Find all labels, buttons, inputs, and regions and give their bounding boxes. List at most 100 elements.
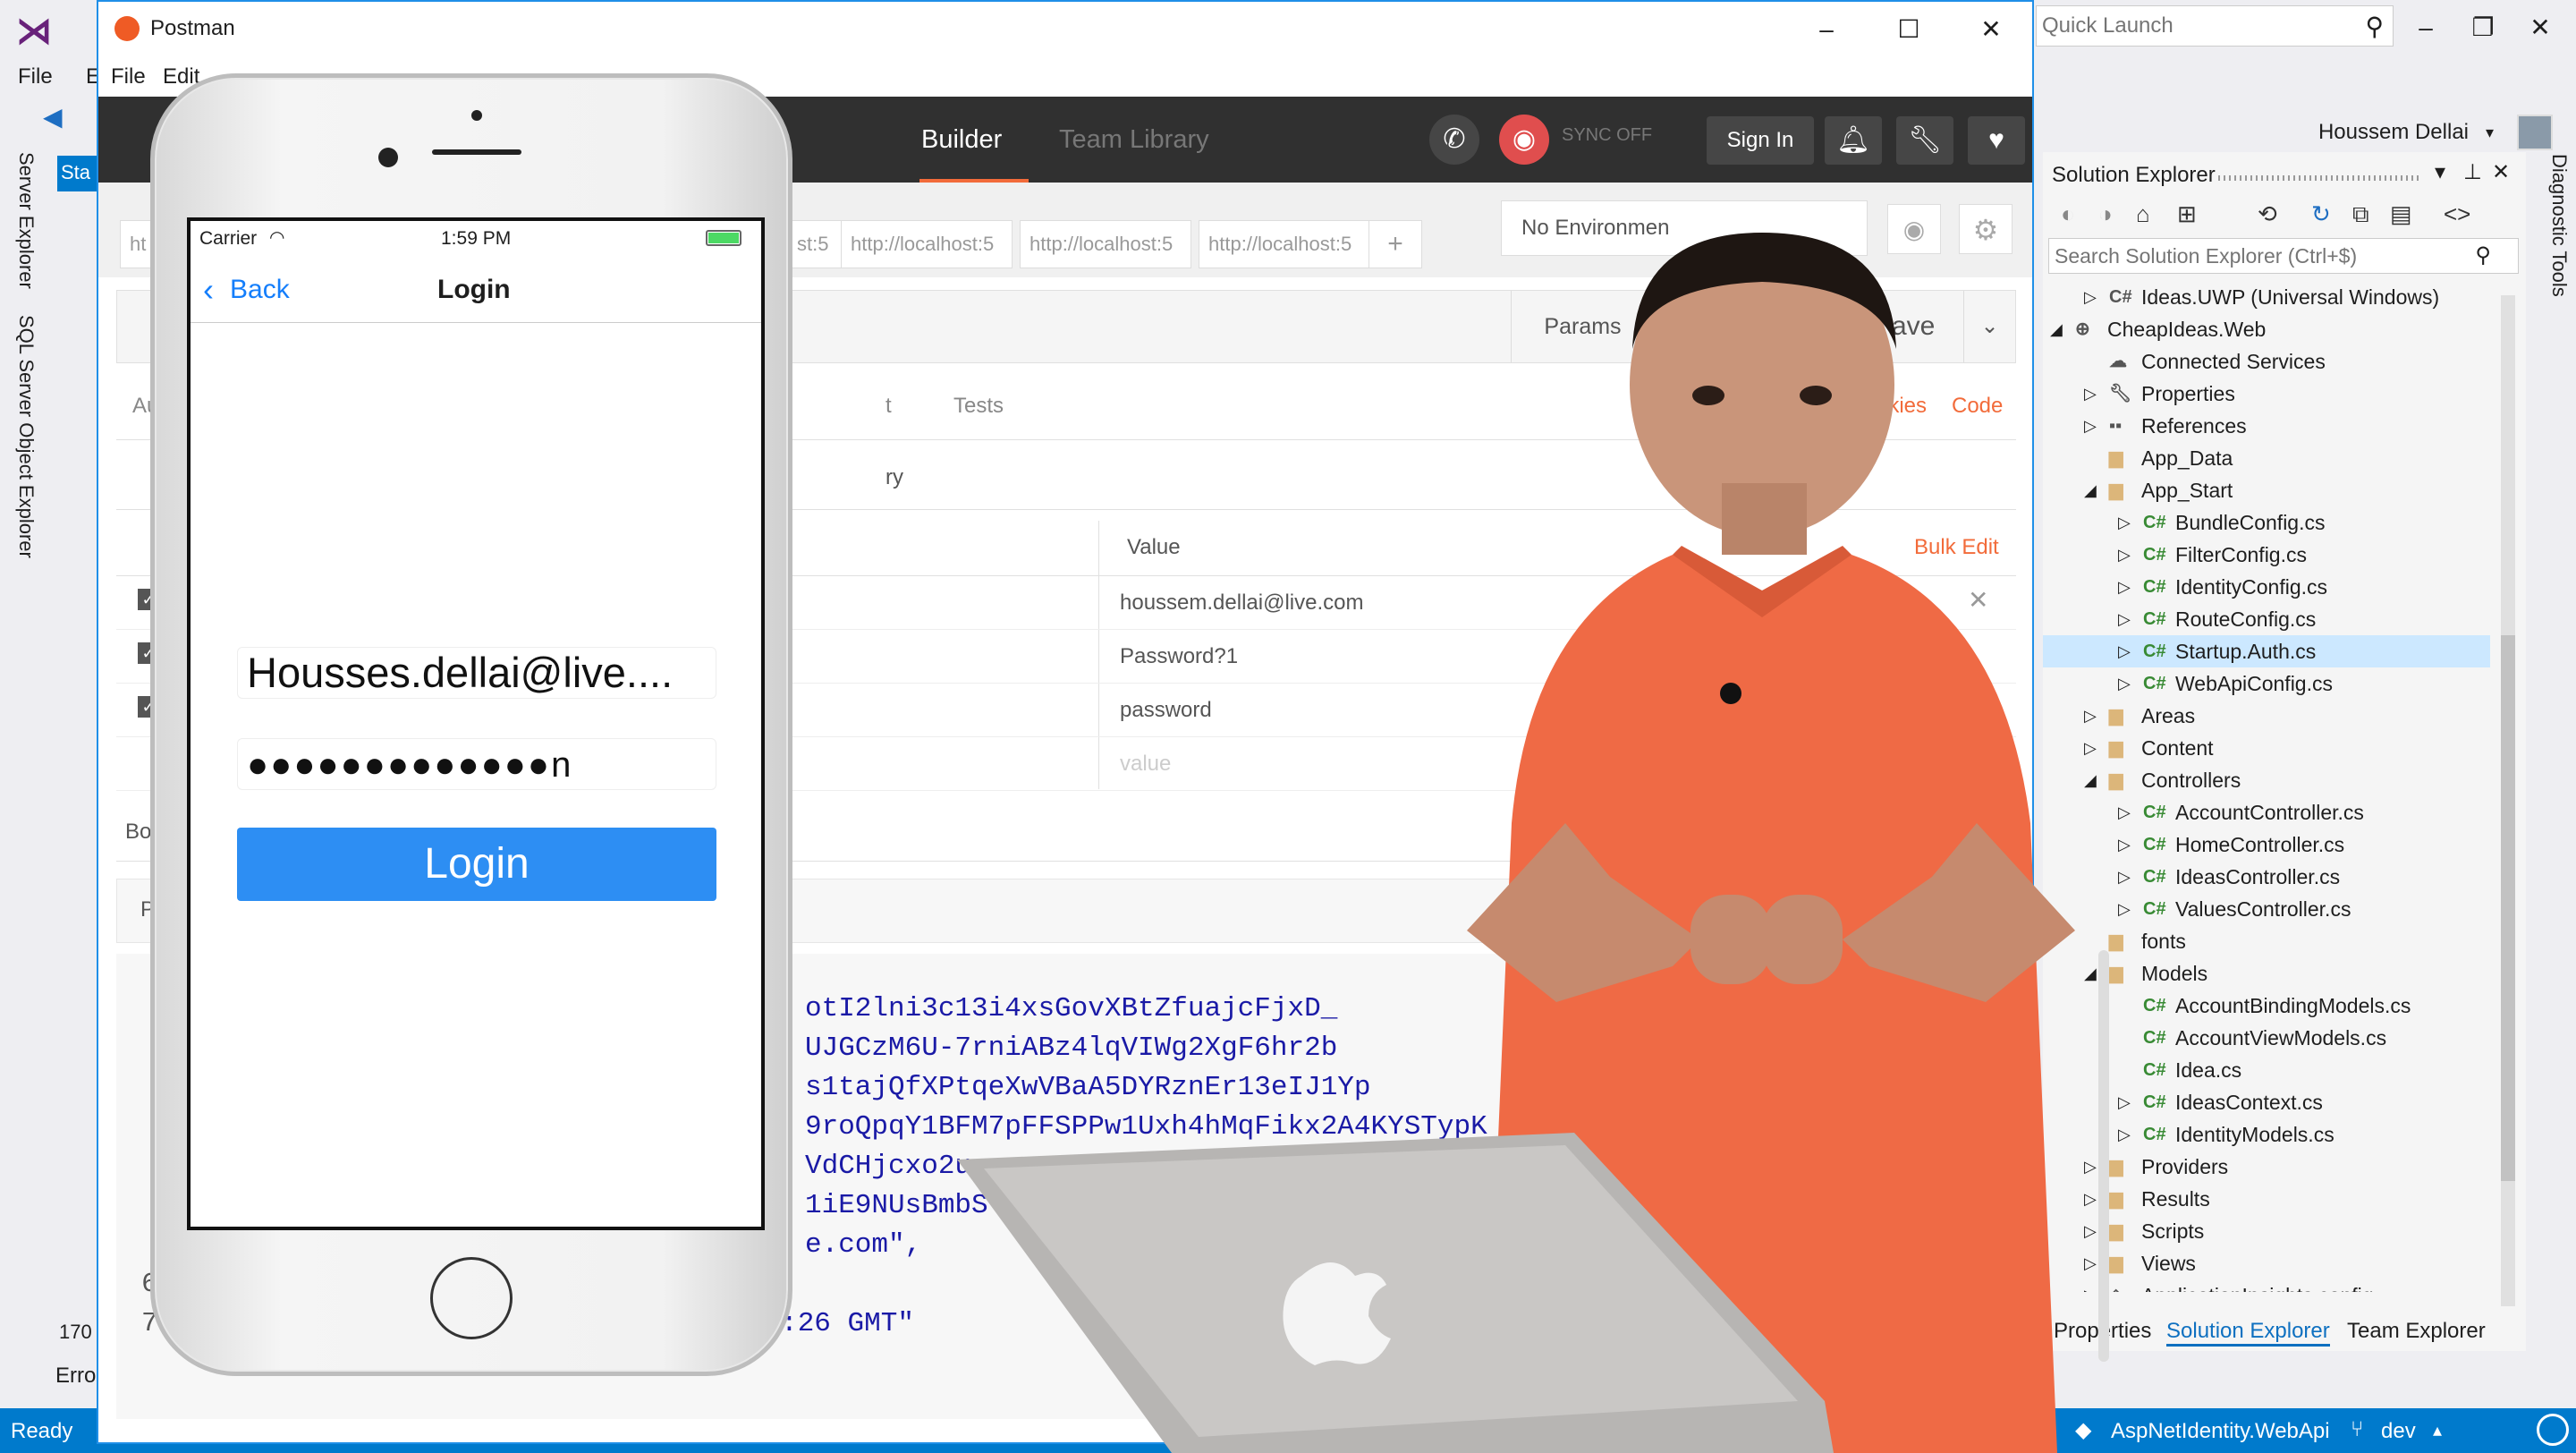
tab-pre-request-script[interactable]: t [886, 394, 892, 419]
tree-item-label: AccountViewModels.cs [2175, 1026, 2387, 1049]
tree-item-label: Startup.Auth.cs [2175, 640, 2317, 663]
tab-tests[interactable]: Tests [953, 394, 1004, 419]
kv-value[interactable]: Password?1 [1120, 644, 1238, 669]
close-icon[interactable]: ✕ [2492, 159, 2510, 185]
code-line: e.com", [805, 1229, 922, 1261]
dropdown-icon[interactable]: ▾ [2435, 159, 2445, 185]
request-tab[interactable]: http://localhost:5 [841, 220, 1013, 268]
refresh-icon[interactable]: ↻ [2311, 200, 2331, 228]
request-tab[interactable]: http://localhost:5 [1199, 220, 1370, 268]
login-button[interactable]: Login [237, 828, 716, 901]
server-explorer-tab[interactable]: Server Explorer [14, 152, 38, 289]
postman-menu-file[interactable]: File [111, 64, 146, 89]
request-tab[interactable]: http://localhost:5 [1020, 220, 1191, 268]
postman-logo-icon [114, 16, 140, 41]
sync-icon[interactable]: ◉ [1499, 115, 1549, 165]
camera-icon [378, 148, 398, 167]
body-type-raw-label[interactable]: ry [886, 465, 903, 490]
code-line: otI2lni3c13i4xsGovXBtZfuajcFjxD_ [805, 993, 1338, 1024]
status-branch[interactable]: dev [2381, 1419, 2416, 1444]
presenter-fist-right [1762, 895, 1843, 984]
code-view-icon[interactable]: <> [2444, 200, 2470, 228]
chevron-left-icon[interactable]: ‹ [203, 271, 214, 309]
satellite-icon[interactable]: ✆ [1429, 115, 1479, 165]
search-icon[interactable]: ⚲ [2365, 12, 2384, 41]
tab-team-library[interactable]: Team Library [1059, 125, 1209, 155]
visual-studio-logo-icon: ⋊ [16, 12, 52, 51]
tree-item-label: AccountController.cs [2175, 801, 2364, 824]
tree-item-label: FilterConfig.cs [2175, 543, 2307, 566]
status-ready: Ready [11, 1419, 73, 1443]
switch-views-icon[interactable]: ⊞ [2177, 200, 2197, 228]
value-column-header: Value [1127, 535, 1181, 559]
tree-item-label: BundleConfig.cs [2175, 511, 2326, 534]
line-count: 170 [59, 1321, 92, 1343]
tree-item-label: Ideas.UWP (Universal Windows) [2141, 285, 2440, 309]
chevron-up-icon[interactable]: ▴ [2433, 1419, 2442, 1441]
maximize-icon[interactable]: ☐ [1884, 7, 1934, 52]
code-line: s1tajQfXPtqeXwVBaA5DYRznEr13eIJ1Yp [805, 1072, 1371, 1103]
collapse-all-icon[interactable]: ⧉ [2352, 200, 2369, 229]
tree-item-label: IdentityModels.cs [2175, 1123, 2334, 1146]
response-body-tab[interactable]: Bo [125, 820, 151, 845]
code-line: UJGCzM6U-7rniABz4lqVIWg2XgF6hr2b [805, 1032, 1338, 1064]
tree-item-label: ValuesController.cs [2175, 897, 2351, 921]
back-arrow-icon[interactable]: ◀ [43, 102, 63, 132]
notification-icon[interactable] [2537, 1414, 2569, 1446]
solution-scrollbar-thumb[interactable] [2501, 635, 2515, 1181]
iphone-screen: Carrier ◠ 1:59 PM ‹ Back Login Housses.d… [187, 217, 765, 1230]
laptop-image [957, 1133, 1834, 1453]
postman-titlebar: Postman – ☐ ✕ [98, 2, 2032, 57]
diagnostic-tools-tab[interactable]: Diagnostic Tools [2547, 154, 2571, 297]
tab-solution-explorer[interactable]: Solution Explorer [2166, 1319, 2330, 1347]
tree-item-label: IdeasContext.cs [2175, 1091, 2323, 1114]
bell-icon[interactable]: 🔔︎ [1825, 116, 1882, 165]
tree-item-label: Idea.cs [2175, 1058, 2242, 1082]
close-icon[interactable]: ✕ [2515, 5, 2565, 50]
error-list-tab[interactable]: Erro [55, 1364, 96, 1389]
minimize-icon[interactable]: – [2401, 5, 2451, 50]
history-icon[interactable]: ⟲ [2258, 200, 2277, 228]
speaker-icon [432, 149, 521, 155]
clock: 1:59 PM [441, 228, 512, 249]
ios-navigation-bar: ‹ Back Login [191, 257, 761, 323]
restore-icon[interactable]: ❐ [2458, 5, 2508, 50]
tree-item-label: IdentityConfig.cs [2175, 575, 2328, 599]
tree-item-label: ApplicationInsights.config [2141, 1279, 2374, 1292]
quick-launch-box[interactable]: ⚲ [2036, 5, 2394, 47]
kv-value[interactable]: password [1120, 698, 1212, 723]
sql-server-object-explorer-tab[interactable]: SQL Server Object Explorer [14, 315, 38, 558]
back-button[interactable]: Back [230, 275, 290, 305]
right-tool-rail: Diagnostic Tools [2540, 140, 2576, 1392]
tab-builder[interactable]: Builder [921, 125, 1002, 155]
tree-item-label: IdeasController.cs [2175, 865, 2341, 888]
wrench-icon[interactable]: 🔧︎ [1896, 116, 1953, 165]
ios-status-bar: Carrier ◠ 1:59 PM [191, 221, 761, 257]
minimize-icon[interactable]: – [1801, 7, 1852, 52]
start-page-tab[interactable]: Sta [57, 156, 97, 191]
tab-team-explorer[interactable]: Team Explorer [2347, 1319, 2486, 1344]
solution-explorer-header: Solution Explorer ▾ ⊥ ✕ [2043, 157, 2526, 193]
solution-explorer-title: Solution Explorer [2052, 163, 2216, 187]
vs-menu-file[interactable]: File [18, 64, 53, 89]
show-all-files-icon[interactable]: ▤ [2390, 200, 2412, 228]
password-field[interactable]: ●●●●●●●●●●●●●n [237, 738, 716, 790]
presenter-fist-left [1690, 895, 1771, 984]
home-button[interactable] [430, 1257, 513, 1339]
email-field[interactable]: Housses.dellai@live.... [237, 647, 716, 699]
kv-value[interactable]: houssem.dellai@live.com [1120, 591, 1363, 616]
tree-item-label: RouteConfig.cs [2175, 608, 2317, 631]
drag-grip[interactable] [2218, 175, 2419, 181]
sign-in-button[interactable]: Sign In [1707, 116, 1814, 165]
tree-item-label: HomeController.cs [2175, 833, 2345, 856]
branch-icon: ⑂ [2351, 1417, 2364, 1441]
quick-launch-input[interactable] [2037, 6, 2341, 46]
tree-item-label: Connected Services [2141, 350, 2326, 373]
sync-status: SYNC OFF [1562, 125, 1653, 145]
search-icon[interactable]: ⚲ [2475, 242, 2491, 268]
heart-icon[interactable]: ♥ [1968, 116, 2025, 165]
pin-icon[interactable]: ⊥ [2463, 159, 2482, 185]
carrier-label: Carrier [199, 228, 258, 249]
close-icon[interactable]: ✕ [1966, 7, 2016, 52]
kv-value[interactable]: value [1120, 752, 1171, 777]
